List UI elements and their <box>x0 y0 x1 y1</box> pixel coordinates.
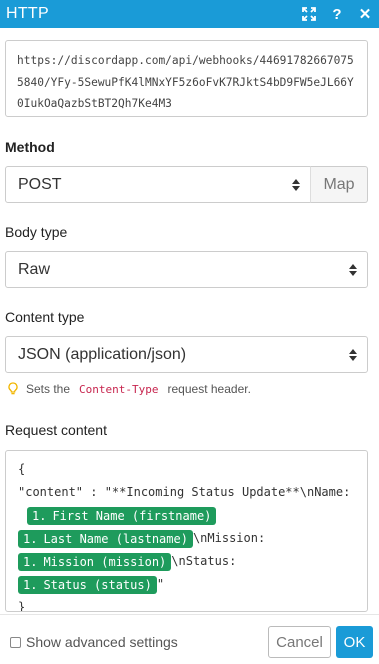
request-content-label: Request content <box>5 422 107 438</box>
code-text: \nMission: <box>192 531 266 545</box>
variable-pill-status[interactable]: 1. Status (status) <box>18 575 157 594</box>
body-type-label: Body type <box>5 224 68 240</box>
variable-pill-lastname[interactable]: 1. Last Name (lastname) <box>18 529 193 548</box>
code-line: { <box>18 462 26 476</box>
content-type-hint: Sets the Content-Type request header. <box>8 382 251 396</box>
title-bar: HTTP ? ✕ <box>0 0 379 28</box>
ok-button[interactable]: OK <box>336 626 373 658</box>
code-text: \nStatus: <box>171 554 237 568</box>
hint-prefix: Sets the <box>26 382 71 396</box>
hint-code: Content-Type <box>79 382 159 396</box>
code-text: " <box>156 577 165 591</box>
select-arrows-icon <box>349 348 357 361</box>
map-button[interactable]: Map <box>310 166 368 203</box>
variable-pill-mission[interactable]: 1. Mission (mission) <box>18 552 172 571</box>
code-line: "content" : "**Incoming Status Update**\… <box>18 485 351 499</box>
content-type-value: JSON (application/json) <box>18 345 187 363</box>
body-type-value: Raw <box>18 260 51 278</box>
content-type-label: Content type <box>5 309 85 325</box>
code-line: } <box>18 600 26 612</box>
hint-suffix: request header. <box>167 382 251 396</box>
help-button[interactable]: ? <box>323 0 351 28</box>
lightbulb-icon <box>8 382 18 395</box>
cancel-button[interactable]: Cancel <box>268 626 331 658</box>
request-content-editor[interactable]: { "content" : "**Incoming Status Update*… <box>5 450 368 612</box>
url-input[interactable]: https://discordapp.com/api/webhooks/4469… <box>5 40 368 117</box>
method-label: Method <box>5 139 55 155</box>
body-type-select[interactable]: Raw <box>5 251 368 288</box>
variable-pill-firstname[interactable]: 1. First Name (firstname) <box>27 506 217 525</box>
advanced-settings-checkbox[interactable] <box>10 637 21 648</box>
close-button[interactable]: ✕ <box>351 0 379 28</box>
dialog-footer: Show advanced settings Cancel OK <box>0 614 379 664</box>
select-arrows-icon <box>349 263 357 276</box>
advanced-settings-label[interactable]: Show advanced settings <box>26 634 178 650</box>
expand-icon[interactable] <box>295 0 323 28</box>
method-select[interactable]: POST <box>5 166 311 203</box>
content-type-select[interactable]: JSON (application/json) <box>5 336 368 373</box>
method-value: POST <box>18 175 62 193</box>
window-title: HTTP <box>6 5 49 22</box>
select-arrows-icon <box>292 178 300 191</box>
